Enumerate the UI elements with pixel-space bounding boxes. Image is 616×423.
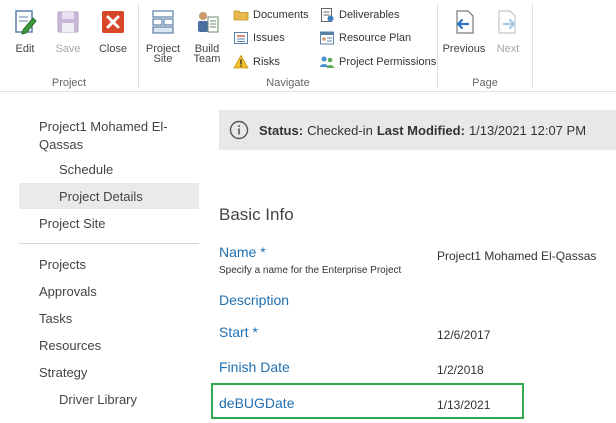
start-value[interactable]: 12/6/2017	[437, 328, 490, 342]
project-permissions-button[interactable]: Project Permissions	[319, 53, 436, 71]
navigate-group: Project Site Build Team Documents Issues…	[139, 0, 437, 92]
status-label: Status:	[259, 122, 304, 138]
nav-item-schedule[interactable]: Schedule	[59, 162, 113, 177]
page-group-label: Page	[472, 77, 498, 89]
description-label: Description	[219, 292, 290, 308]
issues-button[interactable]: Issues	[233, 29, 285, 47]
nav-item-project-site[interactable]: Project Site	[39, 216, 105, 231]
project-site-icon	[152, 10, 174, 34]
name-label-text: Name	[219, 244, 257, 260]
save-label: Save	[55, 43, 81, 55]
next-icon	[498, 10, 516, 34]
status-bar: Status: Checked-in Last Modified: 1/13/2…	[219, 110, 616, 150]
issues-icon	[234, 32, 248, 44]
finish-date-label: Finish Date	[219, 359, 290, 375]
nav-project-title-line2: Qassas	[39, 137, 84, 152]
people-icon	[320, 56, 334, 68]
edit-button[interactable]: Edit	[8, 8, 42, 55]
close-label: Close	[98, 43, 128, 55]
next-button[interactable]: Next	[490, 8, 526, 55]
resource-plan-button[interactable]: Resource Plan	[319, 29, 411, 47]
nav-item-strategy[interactable]: Strategy	[39, 365, 87, 380]
close-icon	[102, 11, 124, 33]
nav-project-title-line1: Project1 Mohamed El-	[39, 119, 168, 134]
close-button[interactable]: Close	[96, 8, 130, 55]
documents-button[interactable]: Documents	[233, 6, 309, 24]
project-site-button[interactable]: Project Site	[145, 8, 181, 65]
previous-icon	[456, 10, 474, 34]
name-label: Name *	[219, 244, 266, 260]
risks-button[interactable]: Risks	[233, 53, 280, 71]
last-modified-label: Last Modified:	[376, 122, 465, 138]
name-description: Specify a name for the Enterprise Projec…	[219, 265, 402, 276]
issues-label: Issues	[253, 32, 285, 44]
name-value[interactable]: Project1 Mohamed El-Qassas	[437, 249, 596, 263]
build-team-icon	[198, 12, 219, 33]
start-label: Start *	[219, 324, 258, 340]
save-button[interactable]: Save	[52, 8, 84, 55]
ribbon: Edit Save Close Project Project Site Bui…	[0, 0, 616, 92]
navigate-group-label: Navigate	[266, 77, 310, 89]
ribbon-separator	[532, 4, 533, 88]
debug-date-label: deBUGDate	[219, 395, 295, 411]
edit-icon	[15, 10, 37, 35]
build-team-label-2: Team	[193, 53, 221, 65]
nav-divider	[19, 243, 199, 244]
folder-icon	[233, 10, 249, 21]
resource-plan-label: Resource Plan	[339, 32, 412, 44]
nav-project-title[interactable]: Project1 Mohamed El- Qassas	[39, 118, 168, 154]
start-required-marker: *	[252, 324, 258, 340]
nav-item-driver-library[interactable]: Driver Library	[59, 392, 137, 407]
project-site-label-2: Site	[153, 53, 173, 65]
save-icon	[57, 11, 79, 33]
documents-label: Documents	[253, 9, 309, 21]
nav-item-resources[interactable]: Resources	[39, 338, 101, 353]
risks-label: Risks	[253, 56, 280, 68]
finish-date-value[interactable]: 1/2/2018	[437, 363, 484, 377]
resource-plan-icon	[320, 31, 334, 45]
debug-date-value[interactable]: 1/13/2021	[437, 398, 490, 412]
previous-button[interactable]: Previous	[442, 8, 486, 55]
next-label: Next	[496, 43, 520, 55]
deliverables-icon	[321, 8, 334, 22]
project-group-label: Project	[51, 77, 87, 89]
nav-item-approvals[interactable]: Approvals	[39, 284, 97, 299]
info-icon	[229, 120, 249, 140]
deliverables-button[interactable]: Deliverables	[319, 6, 400, 24]
build-team-button[interactable]: Build Team	[189, 8, 225, 65]
warning-icon	[233, 54, 249, 69]
project-group: Edit Save Close Project	[0, 0, 138, 92]
deliverables-label: Deliverables	[339, 9, 400, 21]
previous-label: Previous	[442, 43, 486, 55]
name-required-marker: *	[260, 244, 266, 260]
status-value: Checked-in	[307, 122, 373, 138]
start-label-text: Start	[219, 324, 249, 340]
project-permissions-label: Project Permissions	[339, 56, 437, 68]
page-group: Previous Next Page	[438, 0, 532, 92]
nav-item-tasks[interactable]: Tasks	[39, 311, 72, 326]
edit-label: Edit	[15, 43, 35, 55]
nav-item-project-details[interactable]: Project Details	[59, 189, 143, 204]
last-modified-value: 1/13/2021 12:07 PM	[468, 122, 587, 138]
section-title: Basic Info	[219, 205, 294, 224]
nav-item-projects[interactable]: Projects	[39, 257, 86, 272]
